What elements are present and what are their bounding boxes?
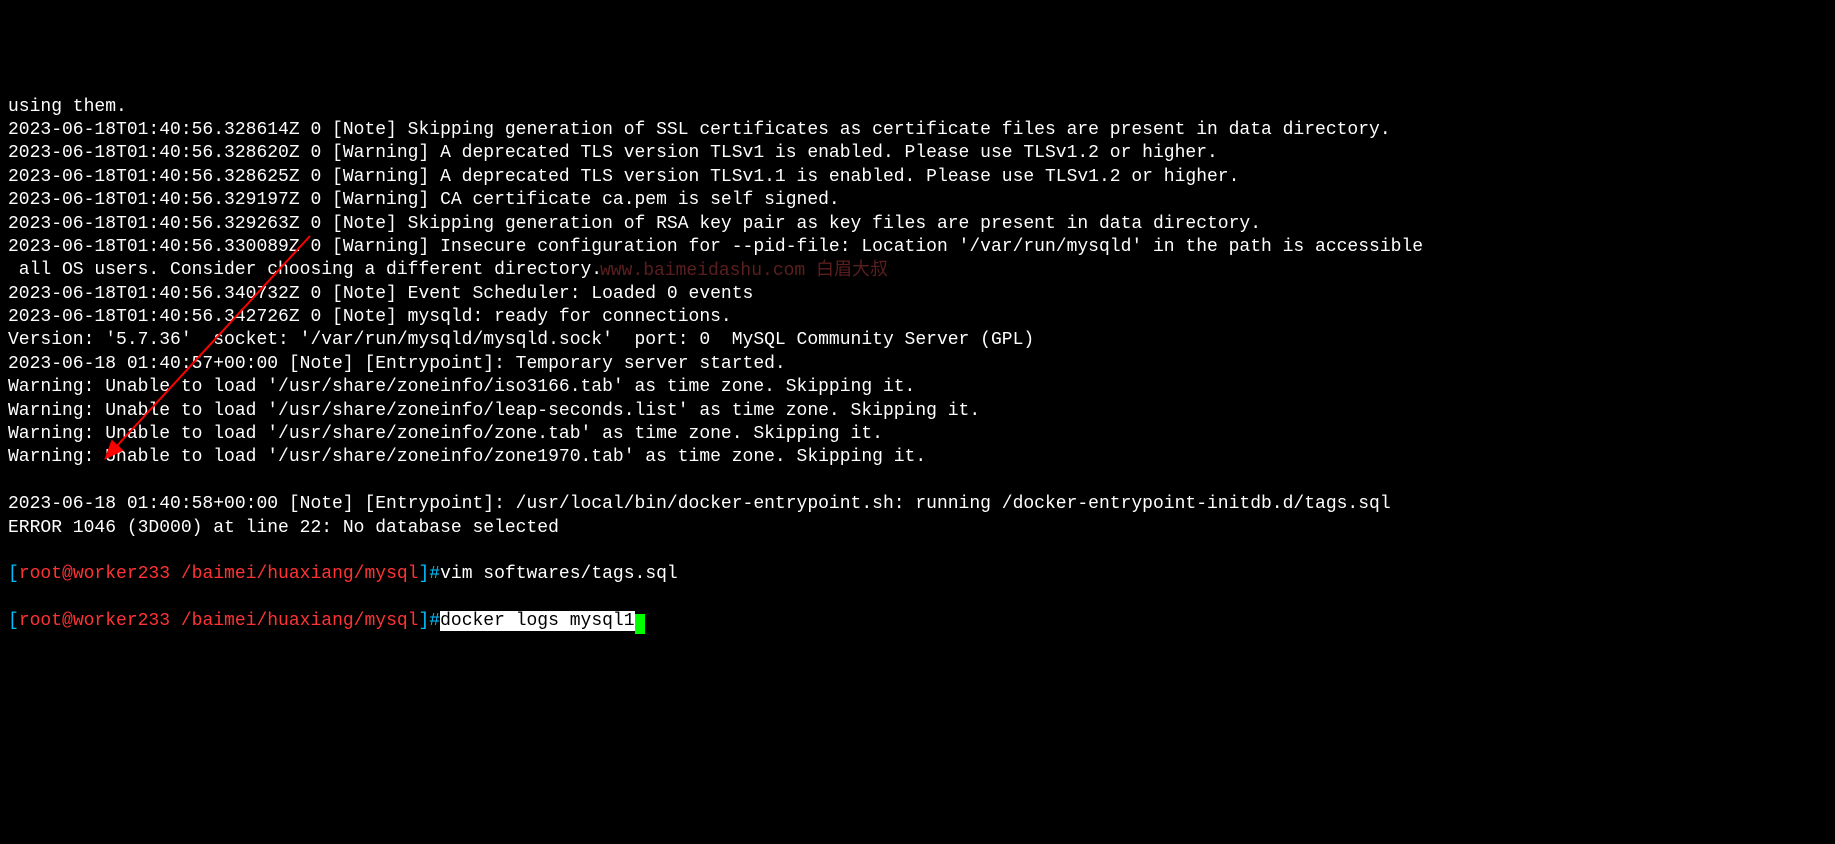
prompt-path: /baimei/huaxiang/mysql: [181, 611, 419, 631]
terminal-log-area: using them.2023-06-18T01:40:56.328614Z 0…: [8, 96, 1827, 540]
prompt-command-2[interactable]: docker logs mysql1: [440, 611, 634, 631]
log-line: 2023-06-18T01:40:56.328614Z 0 [Note] Ski…: [8, 119, 1827, 142]
prompt-user-host: root@worker233: [19, 564, 181, 584]
prompt-line-1: [root@worker233 /baimei/huaxiang/mysql]#…: [8, 563, 1827, 586]
log-line: Warning: Unable to load '/usr/share/zone…: [8, 423, 1827, 446]
cursor-icon: [635, 614, 645, 634]
log-line: 2023-06-18T01:40:56.340732Z 0 [Note] Eve…: [8, 283, 1827, 306]
log-line: Warning: Unable to load '/usr/share/zone…: [8, 400, 1827, 423]
log-line: Version: '5.7.36' socket: '/var/run/mysq…: [8, 329, 1827, 352]
log-line: 2023-06-18T01:40:56.330089Z 0 [Warning] …: [8, 236, 1827, 259]
prompt-path: /baimei/huaxiang/mysql: [181, 564, 419, 584]
log-line: 2023-06-18T01:40:56.328620Z 0 [Warning] …: [8, 142, 1827, 165]
prompt-bracket-close: ]#: [418, 564, 440, 584]
prompt-bracket-close: ]#: [418, 611, 440, 631]
prompt-command-1: vim softwares/tags.sql: [440, 564, 678, 584]
log-line: 2023-06-18T01:40:56.342726Z 0 [Note] mys…: [8, 306, 1827, 329]
log-line: Warning: Unable to load '/usr/share/zone…: [8, 446, 1827, 469]
prompt-line-2[interactable]: [root@worker233 /baimei/huaxiang/mysql]#…: [8, 610, 1827, 633]
log-line: using them.: [8, 96, 1827, 119]
log-line: 2023-06-18T01:40:56.329263Z 0 [Note] Ski…: [8, 213, 1827, 236]
log-line: 2023-06-18T01:40:56.329197Z 0 [Warning] …: [8, 189, 1827, 212]
prompt-user-host: root@worker233: [19, 611, 181, 631]
prompt-bracket-open: [: [8, 611, 19, 631]
log-line: [8, 470, 1827, 493]
prompt-bracket-open: [: [8, 564, 19, 584]
log-line: 2023-06-18 01:40:57+00:00 [Note] [Entryp…: [8, 353, 1827, 376]
log-line: 2023-06-18T01:40:56.328625Z 0 [Warning] …: [8, 166, 1827, 189]
log-line: 2023-06-18 01:40:58+00:00 [Note] [Entryp…: [8, 493, 1827, 516]
log-line: all OS users. Consider choosing a differ…: [8, 259, 1827, 282]
log-line: Warning: Unable to load '/usr/share/zone…: [8, 376, 1827, 399]
log-line: ERROR 1046 (3D000) at line 22: No databa…: [8, 517, 1827, 540]
